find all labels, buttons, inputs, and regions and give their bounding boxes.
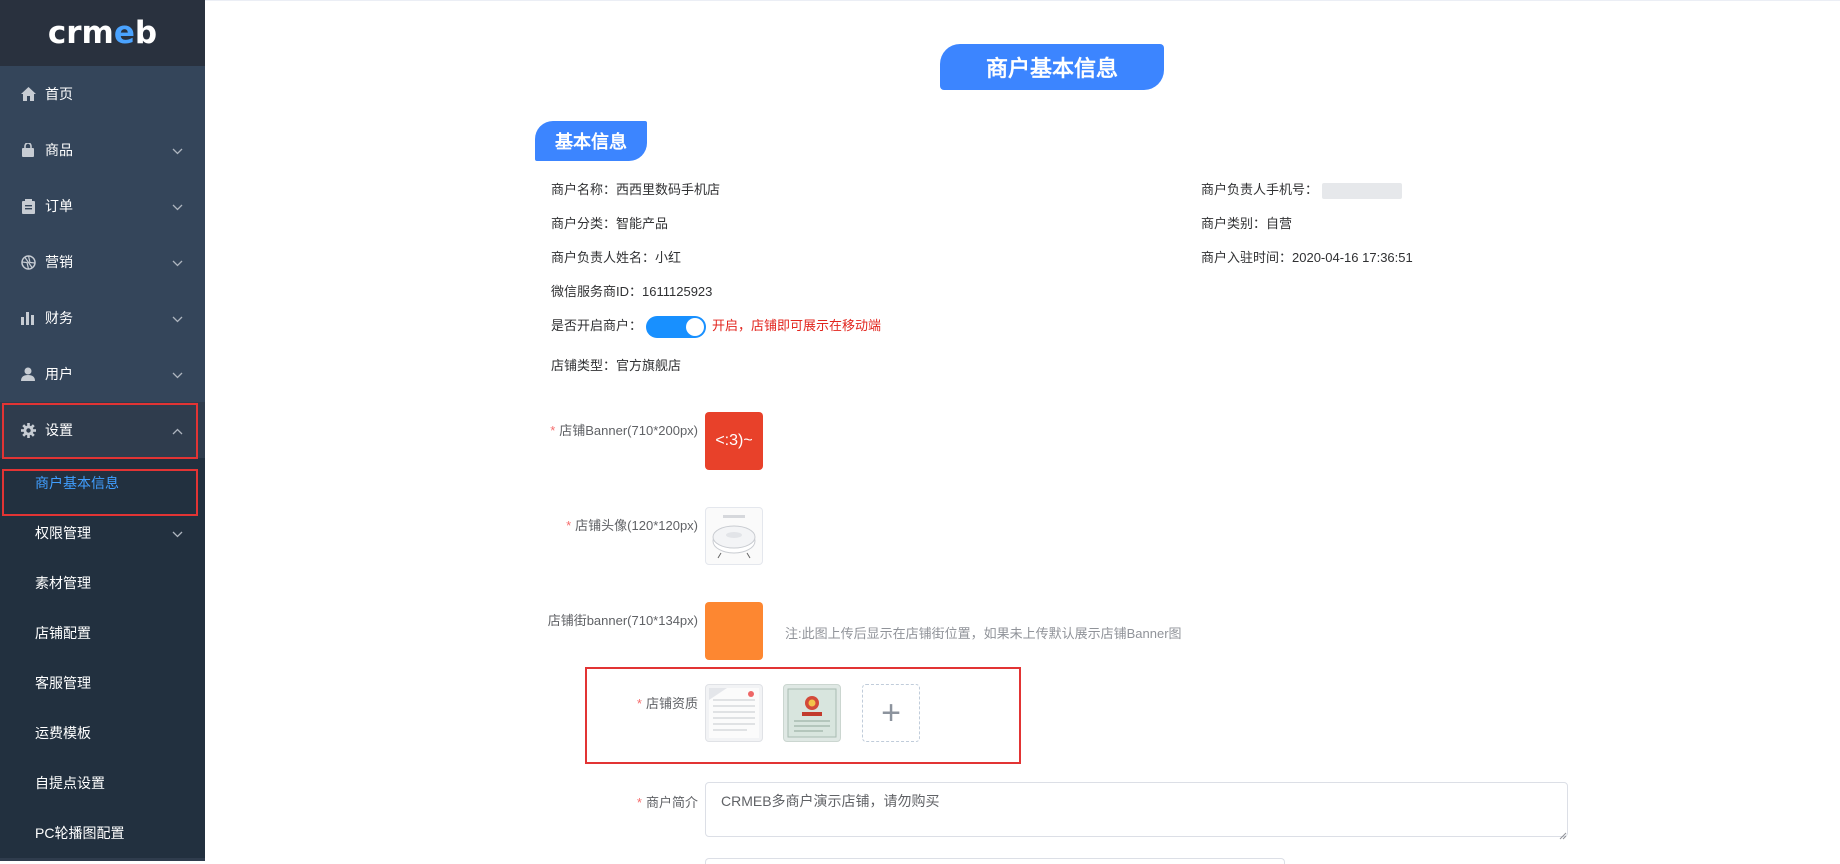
street-banner-label: 店铺街banner(710*134px)	[548, 610, 698, 629]
avatar-image[interactable]	[705, 507, 763, 565]
chevron-down-icon	[172, 198, 183, 214]
submenu-label: 权限管理	[35, 523, 91, 543]
chevron-down-icon	[172, 310, 183, 326]
info-merchant-name: 商户名称：西西里数码手机店	[551, 179, 720, 198]
menu-label: 首页	[45, 84, 73, 104]
submenu-customer-service[interactable]: 客服管理	[0, 658, 205, 708]
info-wechat-id: 微信服务商ID：1611125923	[551, 281, 712, 300]
shopping-bag-icon	[20, 142, 36, 158]
info-label: 商户负责人姓名：	[551, 250, 655, 265]
submenu-shop-config[interactable]: 店铺配置	[0, 608, 205, 658]
chevron-down-icon	[172, 525, 183, 541]
info-value: 西西里数码手机店	[616, 182, 720, 197]
chevron-up-icon	[172, 422, 183, 438]
menu-item-products[interactable]: 商品	[0, 122, 205, 178]
submenu-shipping-templates[interactable]: 运费模板	[0, 708, 205, 758]
logo[interactable]: crmeb	[0, 0, 205, 66]
chevron-down-icon	[172, 254, 183, 270]
redacted-phone	[1322, 183, 1402, 199]
info-phone: 商户负责人手机号：	[1201, 179, 1402, 199]
info-label: 商户负责人手机号：	[1201, 182, 1318, 197]
street-banner-image[interactable]	[705, 602, 763, 660]
menu-item-marketing[interactable]: 营销	[0, 234, 205, 290]
avatar-label: *店铺头像(120*120px)	[566, 515, 698, 534]
submenu-permissions[interactable]: 权限管理	[0, 508, 205, 558]
settings-submenu: 商户基本信息 权限管理 素材管理 店铺配置 客服管理 运费模板 自提点设置 PC…	[0, 458, 205, 858]
info-owner-name: 商户负责人姓名：小红	[551, 247, 681, 266]
gear-icon	[20, 422, 36, 438]
qualification-label: *店铺资质	[637, 693, 698, 712]
toggle-knob	[686, 318, 704, 336]
textarea-resize-handle[interactable]	[1559, 827, 1567, 835]
info-label: 商户类别：	[1201, 216, 1266, 231]
info-join-time: 商户入驻时间：2020-04-16 17:36:51	[1201, 247, 1413, 266]
menu-label: 订单	[45, 196, 73, 216]
qualification-image-2[interactable]	[783, 684, 841, 742]
info-value: 智能产品	[616, 216, 668, 231]
certificate-icon	[707, 686, 761, 740]
menu-item-settings[interactable]: 设置	[0, 402, 205, 458]
label-text: 商户简介	[646, 795, 698, 810]
submenu-merchant-info[interactable]: 商户基本信息	[0, 458, 205, 508]
add-qualification-button[interactable]: +	[862, 684, 920, 742]
clipboard-icon	[20, 198, 36, 214]
sidebar: crmeb 首页 商品 订单 营销	[0, 0, 205, 861]
user-icon	[20, 366, 36, 382]
intro-label: *商户简介	[637, 792, 698, 811]
menu-item-home[interactable]: 首页	[0, 66, 205, 122]
main-menu: 首页 商品 订单 营销 财务	[0, 66, 205, 458]
label-text: 店铺头像(120*120px)	[575, 518, 698, 533]
info-label: 店铺类型：	[551, 358, 616, 373]
info-label: 是否开启商户：	[551, 318, 642, 333]
submenu-pc-carousel[interactable]: PC轮播图配置	[0, 808, 205, 858]
info-label: 微信服务商ID：	[551, 284, 642, 299]
menu-item-orders[interactable]: 订单	[0, 178, 205, 234]
qualification-image-1[interactable]	[705, 684, 763, 742]
chevron-down-icon	[172, 366, 183, 382]
street-banner-note: 注:此图上传后显示在店铺街位置，如果未上传默认展示店铺Banner图	[785, 623, 1182, 642]
info-enable: 是否开启商户： 开启，店铺即可展示在移动端	[551, 315, 881, 338]
info-shop-type: 店铺类型：官方旗舰店	[551, 355, 681, 374]
label-text: 店铺街banner(710*134px)	[548, 613, 698, 628]
menu-label: 用户	[45, 364, 73, 384]
info-label: 商户入驻时间：	[1201, 250, 1292, 265]
chevron-down-icon	[172, 142, 183, 158]
aperture-icon	[20, 254, 36, 270]
info-value: 自营	[1266, 216, 1292, 231]
banner-image[interactable]: <:3)~	[705, 412, 763, 470]
bar-chart-icon	[20, 310, 36, 326]
banner-label: *店铺Banner(710*200px)	[550, 420, 698, 439]
info-label: 商户分类：	[551, 216, 616, 231]
info-value: 1611125923	[642, 284, 712, 299]
info-label: 商户名称：	[551, 182, 616, 197]
menu-item-users[interactable]: 用户	[0, 346, 205, 402]
next-field-edge	[705, 858, 1285, 864]
info-value: 2020-04-16 17:36:51	[1292, 250, 1413, 265]
robot-vacuum-icon	[709, 511, 759, 561]
plus-icon: +	[881, 696, 901, 730]
menu-label: 设置	[45, 420, 73, 440]
main-content: 商户基本信息 基本信息 商户名称：西西里数码手机店 商户分类：智能产品 商户负责…	[205, 0, 1840, 861]
page-title: 商户基本信息	[940, 44, 1164, 90]
menu-item-finance[interactable]: 财务	[0, 290, 205, 346]
menu-label: 营销	[45, 252, 73, 272]
enable-toggle[interactable]	[646, 316, 706, 338]
label-text: 店铺资质	[646, 696, 698, 711]
enable-hint: 开启，店铺即可展示在移动端	[712, 318, 881, 333]
menu-label: 财务	[45, 308, 73, 328]
info-type: 商户类别：自营	[1201, 213, 1292, 232]
banner-image-text: <:3)~	[715, 432, 752, 450]
menu-label: 商品	[45, 140, 73, 160]
info-category: 商户分类：智能产品	[551, 213, 668, 232]
section-title: 基本信息	[535, 121, 647, 161]
info-value: 官方旗舰店	[616, 358, 681, 373]
info-value: 小红	[655, 250, 681, 265]
intro-textarea[interactable]: CRMEB多商户演示店铺，请勿购买	[705, 782, 1568, 837]
submenu-pickup-points[interactable]: 自提点设置	[0, 758, 205, 808]
label-text: 店铺Banner(710*200px)	[559, 423, 698, 438]
submenu-materials[interactable]: 素材管理	[0, 558, 205, 608]
license-icon	[785, 686, 839, 740]
home-icon	[20, 86, 36, 102]
